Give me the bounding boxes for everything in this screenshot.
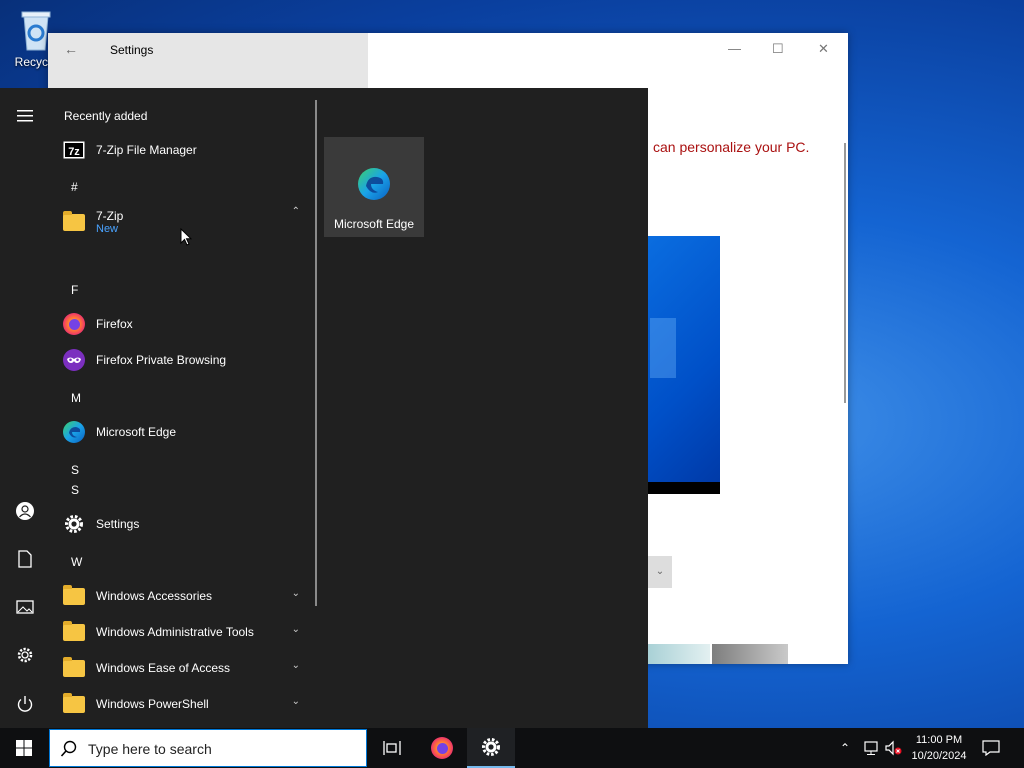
group-letter-s[interactable]: S <box>71 463 79 477</box>
settings-title-bar: ← Settings <box>48 33 368 88</box>
folder-label: 7-Zip <box>96 209 124 223</box>
app-list: Recently added 7z 7-Zip File Manager # 7… <box>48 88 316 728</box>
chevron-down-icon[interactable]: ⌄ <box>292 588 300 599</box>
windows-logo-icon <box>16 740 32 756</box>
show-hidden-icons-chevron-up-icon[interactable]: ⌃ <box>840 728 850 768</box>
minimize-button[interactable]: — <box>728 41 741 56</box>
folder-label: Windows Accessories <box>96 589 213 603</box>
folder-windows-ease-of-access[interactable]: Windows Ease of Access ⌄ <box>62 654 308 682</box>
tile-microsoft-edge[interactable]: Microsoft Edge <box>324 137 424 237</box>
taskbar-firefox[interactable] <box>418 728 466 768</box>
group-letter-f[interactable]: F <box>71 283 78 297</box>
taskbar-clock[interactable]: 11:00 PM 10/20/2024 <box>900 732 978 764</box>
taskbar-search-box[interactable]: Type here to search <box>49 729 367 767</box>
search-placeholder: Type here to search <box>88 741 212 757</box>
windows-logo-shape <box>650 318 676 378</box>
edge-icon <box>358 168 390 200</box>
7zip-icon: 7z <box>62 138 86 162</box>
task-view-button[interactable] <box>368 728 416 768</box>
pictures-icon[interactable] <box>14 596 36 618</box>
app-firefox[interactable]: Firefox <box>62 310 308 338</box>
settings-icon[interactable] <box>14 644 36 666</box>
group-letter-w[interactable]: W <box>71 555 82 569</box>
folder-label: Windows PowerShell <box>96 697 209 711</box>
notifications-icon[interactable] <box>982 728 1000 768</box>
svg-text:7z: 7z <box>68 146 80 158</box>
close-button[interactable]: ✕ <box>818 41 829 57</box>
settings-icon <box>482 738 500 756</box>
chevron-down-icon[interactable]: ⌄ <box>292 624 300 635</box>
folder-icon <box>62 656 86 680</box>
desktop-preview <box>648 236 720 494</box>
app-label: Firefox <box>96 317 133 331</box>
settings-scrollbar[interactable] <box>844 143 846 403</box>
gear-icon <box>62 512 86 536</box>
group-letter-hash[interactable]: # <box>71 180 78 194</box>
firefox-private-icon <box>62 348 86 372</box>
app-list-scrollbar[interactable] <box>315 100 317 606</box>
new-badge: New <box>96 223 119 235</box>
clock-time: 11:00 PM <box>915 734 963 746</box>
mouse-cursor-icon <box>180 228 192 246</box>
edge-icon <box>62 420 86 444</box>
taskbar-settings[interactable] <box>467 728 515 768</box>
app-7zip-file-manager[interactable]: 7z 7-Zip File Manager <box>62 136 308 164</box>
chevron-up-icon[interactable]: ⌃ <box>292 206 300 217</box>
folder-windows-accessories[interactable]: Windows Accessories ⌄ <box>62 582 308 610</box>
background-dropdown-chevron-icon[interactable]: ⌄ <box>648 556 672 588</box>
app-label: Settings <box>96 517 140 531</box>
personalize-message: can personalize your PC. <box>653 139 810 155</box>
network-icon[interactable] <box>862 728 880 768</box>
app-settings[interactable]: Settings <box>62 510 308 538</box>
settings-window-title: Settings <box>110 43 154 57</box>
folder-windows-administrative-tools[interactable]: Windows Administrative Tools ⌄ <box>62 618 308 646</box>
group-letter-s[interactable]: S <box>71 483 79 497</box>
clock-date: 10/20/2024 <box>911 750 967 762</box>
chevron-down-icon[interactable]: ⌄ <box>292 696 300 707</box>
firefox-icon <box>62 312 86 336</box>
app-label: Firefox Private Browsing <box>96 353 227 367</box>
app-firefox-private[interactable]: Firefox Private Browsing <box>62 346 308 374</box>
folder-label: Windows Ease of Access <box>96 661 231 675</box>
folder-icon <box>62 210 86 234</box>
recently-added-header: Recently added <box>64 109 148 123</box>
document-icon[interactable] <box>14 548 36 570</box>
chevron-down-icon[interactable]: ⌄ <box>292 660 300 671</box>
app-label: 7-Zip File Manager <box>96 143 197 157</box>
app-microsoft-edge[interactable]: Microsoft Edge <box>62 418 308 446</box>
task-view-icon <box>383 741 401 755</box>
taskbar: Type here to search ⌃ 11:00 PM 10/20/202… <box>0 728 1024 768</box>
folder-windows-powershell[interactable]: Windows PowerShell ⌄ <box>62 690 308 718</box>
folder-label: Windows Administrative Tools <box>96 625 254 639</box>
picture-thumbnail[interactable] <box>648 644 710 664</box>
hamburger-icon[interactable] <box>14 105 36 127</box>
folder-icon <box>62 620 86 644</box>
folder-icon <box>62 692 86 716</box>
back-arrow-icon[interactable]: ← <box>64 41 78 57</box>
user-icon[interactable] <box>14 500 36 522</box>
picture-thumbnail[interactable] <box>712 644 788 664</box>
app-label: Microsoft Edge <box>96 425 177 439</box>
maximize-button[interactable]: ☐ <box>772 41 784 57</box>
start-rail <box>0 88 48 728</box>
power-icon[interactable] <box>14 693 36 715</box>
tile-label: Microsoft Edge <box>333 217 415 231</box>
firefox-icon <box>431 737 453 759</box>
start-menu: Recently added 7z 7-Zip File Manager # 7… <box>0 88 648 728</box>
folder-icon <box>62 584 86 608</box>
search-icon <box>60 740 77 757</box>
group-letter-m[interactable]: M <box>71 391 81 405</box>
start-button[interactable] <box>0 728 48 768</box>
